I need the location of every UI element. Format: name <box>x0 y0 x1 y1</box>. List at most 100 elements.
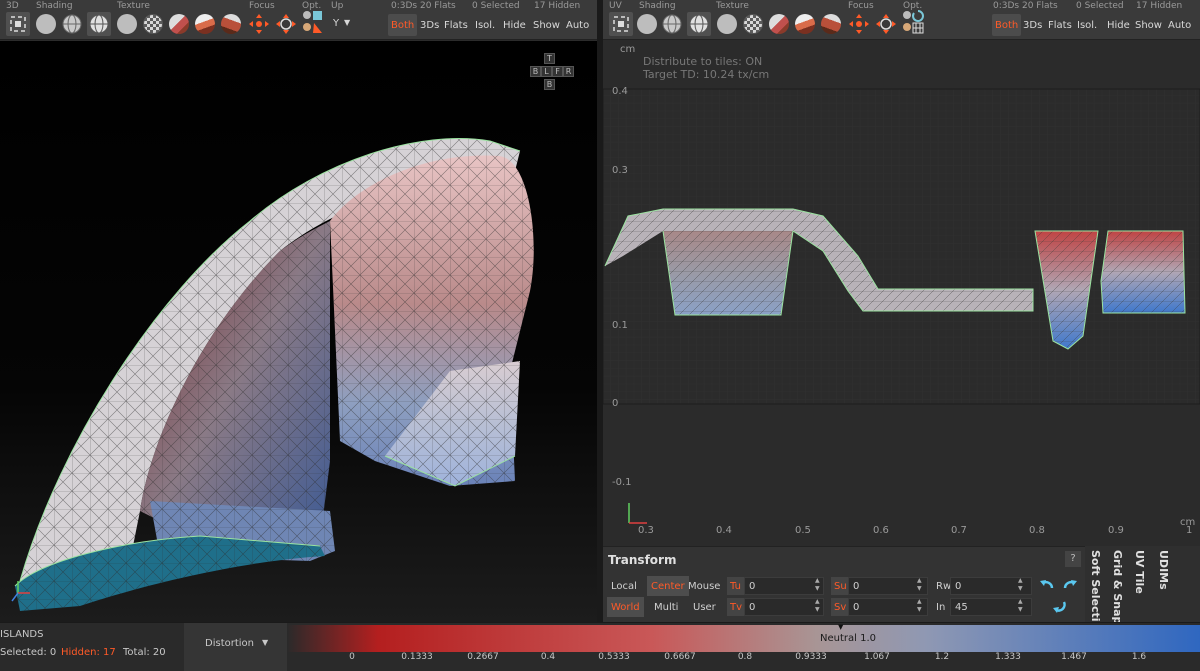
rotate-cw-icon[interactable] <box>1062 577 1078 593</box>
shading-flat-button[interactable] <box>34 12 58 36</box>
show-button[interactable]: Show <box>530 14 563 36</box>
tab-uv-tile[interactable]: UV Tile <box>1133 550 1146 594</box>
view-cube-bottom[interactable]: B <box>544 79 555 90</box>
sv-button[interactable]: Sv <box>831 598 850 616</box>
sv-stepper[interactable]: ▲ ▼ <box>917 598 925 614</box>
show-button[interactable]: Show <box>1132 14 1165 36</box>
tab-udims[interactable]: UDIMs <box>1157 550 1170 590</box>
view-cube-top[interactable]: T <box>544 53 555 64</box>
frame-all-button[interactable] <box>6 12 30 36</box>
transform-panel: Transform ? Local World Center Multi Mou… <box>603 546 1085 622</box>
options-toggle-button[interactable] <box>300 10 324 34</box>
texture-checker-button[interactable] <box>141 12 165 36</box>
tv-input[interactable]: 0 <box>744 598 824 616</box>
tab-soft-selection[interactable]: Soft Selectio <box>1089 550 1102 629</box>
focus-selection-button[interactable] <box>274 12 298 36</box>
frame-all-button[interactable] <box>609 12 633 36</box>
mouse-pivot-toggle[interactable]: Mouse <box>684 576 724 596</box>
tu-input[interactable]: 0 <box>744 577 824 595</box>
distribute-info: Distribute to tiles: ON <box>643 55 763 68</box>
tv-button[interactable]: Tv <box>727 598 746 616</box>
user-pivot-toggle[interactable]: User <box>689 597 720 617</box>
su-button[interactable]: Su <box>831 577 850 595</box>
tu-button[interactable]: Tu <box>727 577 744 595</box>
distortion-mode-select[interactable]: Distortion ▼ <box>184 623 287 671</box>
rotate-angle-icon[interactable] <box>1051 598 1067 614</box>
selected-count: 0 Selected <box>472 1 520 11</box>
unit-label-top: cm <box>620 44 636 55</box>
mode-label: 3D <box>6 1 19 11</box>
view-cube-left[interactable]: L <box>541 66 552 77</box>
wire-shaded-sphere-icon <box>89 14 109 34</box>
su-stepper[interactable]: ▲ ▼ <box>917 577 925 593</box>
focus-all-button[interactable] <box>847 12 871 36</box>
view-cube-front[interactable]: F <box>552 66 563 77</box>
uv-viewport[interactable]: Distribute to tiles: ON Target TD: 10.24… <box>603 41 1200 541</box>
mode-label: UV <box>609 1 622 11</box>
focus-label: Focus <box>848 1 874 11</box>
su-input[interactable]: 0 <box>848 577 928 595</box>
world-space-toggle[interactable]: World <box>607 597 644 617</box>
isolate-toggle[interactable]: Isol. <box>472 14 498 36</box>
up-label: Up <box>331 1 344 11</box>
sv-input[interactable]: 0 <box>848 598 928 616</box>
multi-pivot-toggle[interactable]: Multi <box>650 597 682 617</box>
in-stepper[interactable]: ▲ ▼ <box>1018 598 1026 614</box>
auto-toggle[interactable]: Auto <box>563 14 592 36</box>
filter-both-toggle[interactable]: Both <box>388 14 418 36</box>
texture-none-button[interactable] <box>715 12 739 36</box>
shading-flat-button[interactable] <box>635 12 659 36</box>
texture-image-button[interactable] <box>793 12 817 36</box>
view-cube-back[interactable]: B <box>530 66 541 77</box>
rotate-ccw-icon[interactable] <box>1039 577 1055 593</box>
viewport-3d[interactable]: T B L F R B <box>0 41 597 622</box>
distortion-sphere-icon <box>169 14 189 34</box>
y-tick: -0.1 <box>612 477 632 488</box>
status-bar: ISLANDS Selected: 0 Hidden: 17 Total: 20… <box>0 622 1200 671</box>
texture-distortion-button[interactable] <box>167 12 191 36</box>
texture-custom-button[interactable] <box>819 12 843 36</box>
texture-image-button[interactable] <box>193 12 217 36</box>
wireframe-sphere-icon <box>662 14 682 34</box>
x-tick: 0.6 <box>873 525 889 536</box>
filter-flats-toggle[interactable]: Flats <box>1045 14 1075 36</box>
y-tick: 0 <box>612 398 619 409</box>
filter-3ds-toggle[interactable]: 3Ds <box>417 14 442 36</box>
chevron-down-icon[interactable]: ▼ <box>344 18 350 27</box>
scale-tick: 1.067 <box>864 652 890 662</box>
shading-both-button[interactable] <box>687 12 711 36</box>
image-sphere-icon <box>195 14 215 34</box>
auto-toggle[interactable]: Auto <box>1165 14 1194 36</box>
tv-stepper[interactable]: ▲ ▼ <box>815 598 823 614</box>
filter-flats-toggle[interactable]: Flats <box>441 14 471 36</box>
tu-stepper[interactable]: ▲ ▼ <box>815 577 823 593</box>
help-button[interactable]: ? <box>1065 551 1081 567</box>
shading-both-button[interactable] <box>87 12 111 36</box>
view-cube-right[interactable]: R <box>563 66 574 77</box>
transform-title[interactable]: Transform <box>608 553 676 567</box>
texture-distortion-button[interactable] <box>767 12 791 36</box>
texture-custom-button[interactable] <box>219 12 243 36</box>
options-toggle-button[interactable] <box>901 10 925 34</box>
shading-wire-button[interactable] <box>660 12 684 36</box>
filter-3ds-toggle[interactable]: 3Ds <box>1020 14 1045 36</box>
filter-both-toggle[interactable]: Both <box>992 14 1022 36</box>
image-sphere-icon <box>795 14 815 34</box>
isolate-toggle[interactable]: Isol. <box>1074 14 1100 36</box>
selected-islands: Selected: 0 <box>0 647 57 658</box>
center-pivot-toggle[interactable]: Center <box>647 576 689 596</box>
view-cube[interactable]: T B L F R B <box>530 53 574 93</box>
texture-none-button[interactable] <box>115 12 139 36</box>
texture-checker-button[interactable] <box>741 12 765 36</box>
hide-button[interactable]: Hide <box>1104 14 1133 36</box>
local-space-toggle[interactable]: Local <box>607 576 641 596</box>
hide-button[interactable]: Hide <box>500 14 529 36</box>
tab-grid-snap[interactable]: Grid & Snap <box>1111 550 1124 624</box>
rw-stepper[interactable]: ▲ ▼ <box>1018 577 1026 593</box>
islands-label: ISLANDS <box>0 629 44 640</box>
island-counts: 0:3Ds 20 Flats <box>391 1 456 11</box>
shading-wire-button[interactable] <box>60 12 84 36</box>
focus-selection-button[interactable] <box>874 12 898 36</box>
focus-all-button[interactable] <box>247 12 271 36</box>
up-axis-value[interactable]: Y <box>333 18 339 29</box>
